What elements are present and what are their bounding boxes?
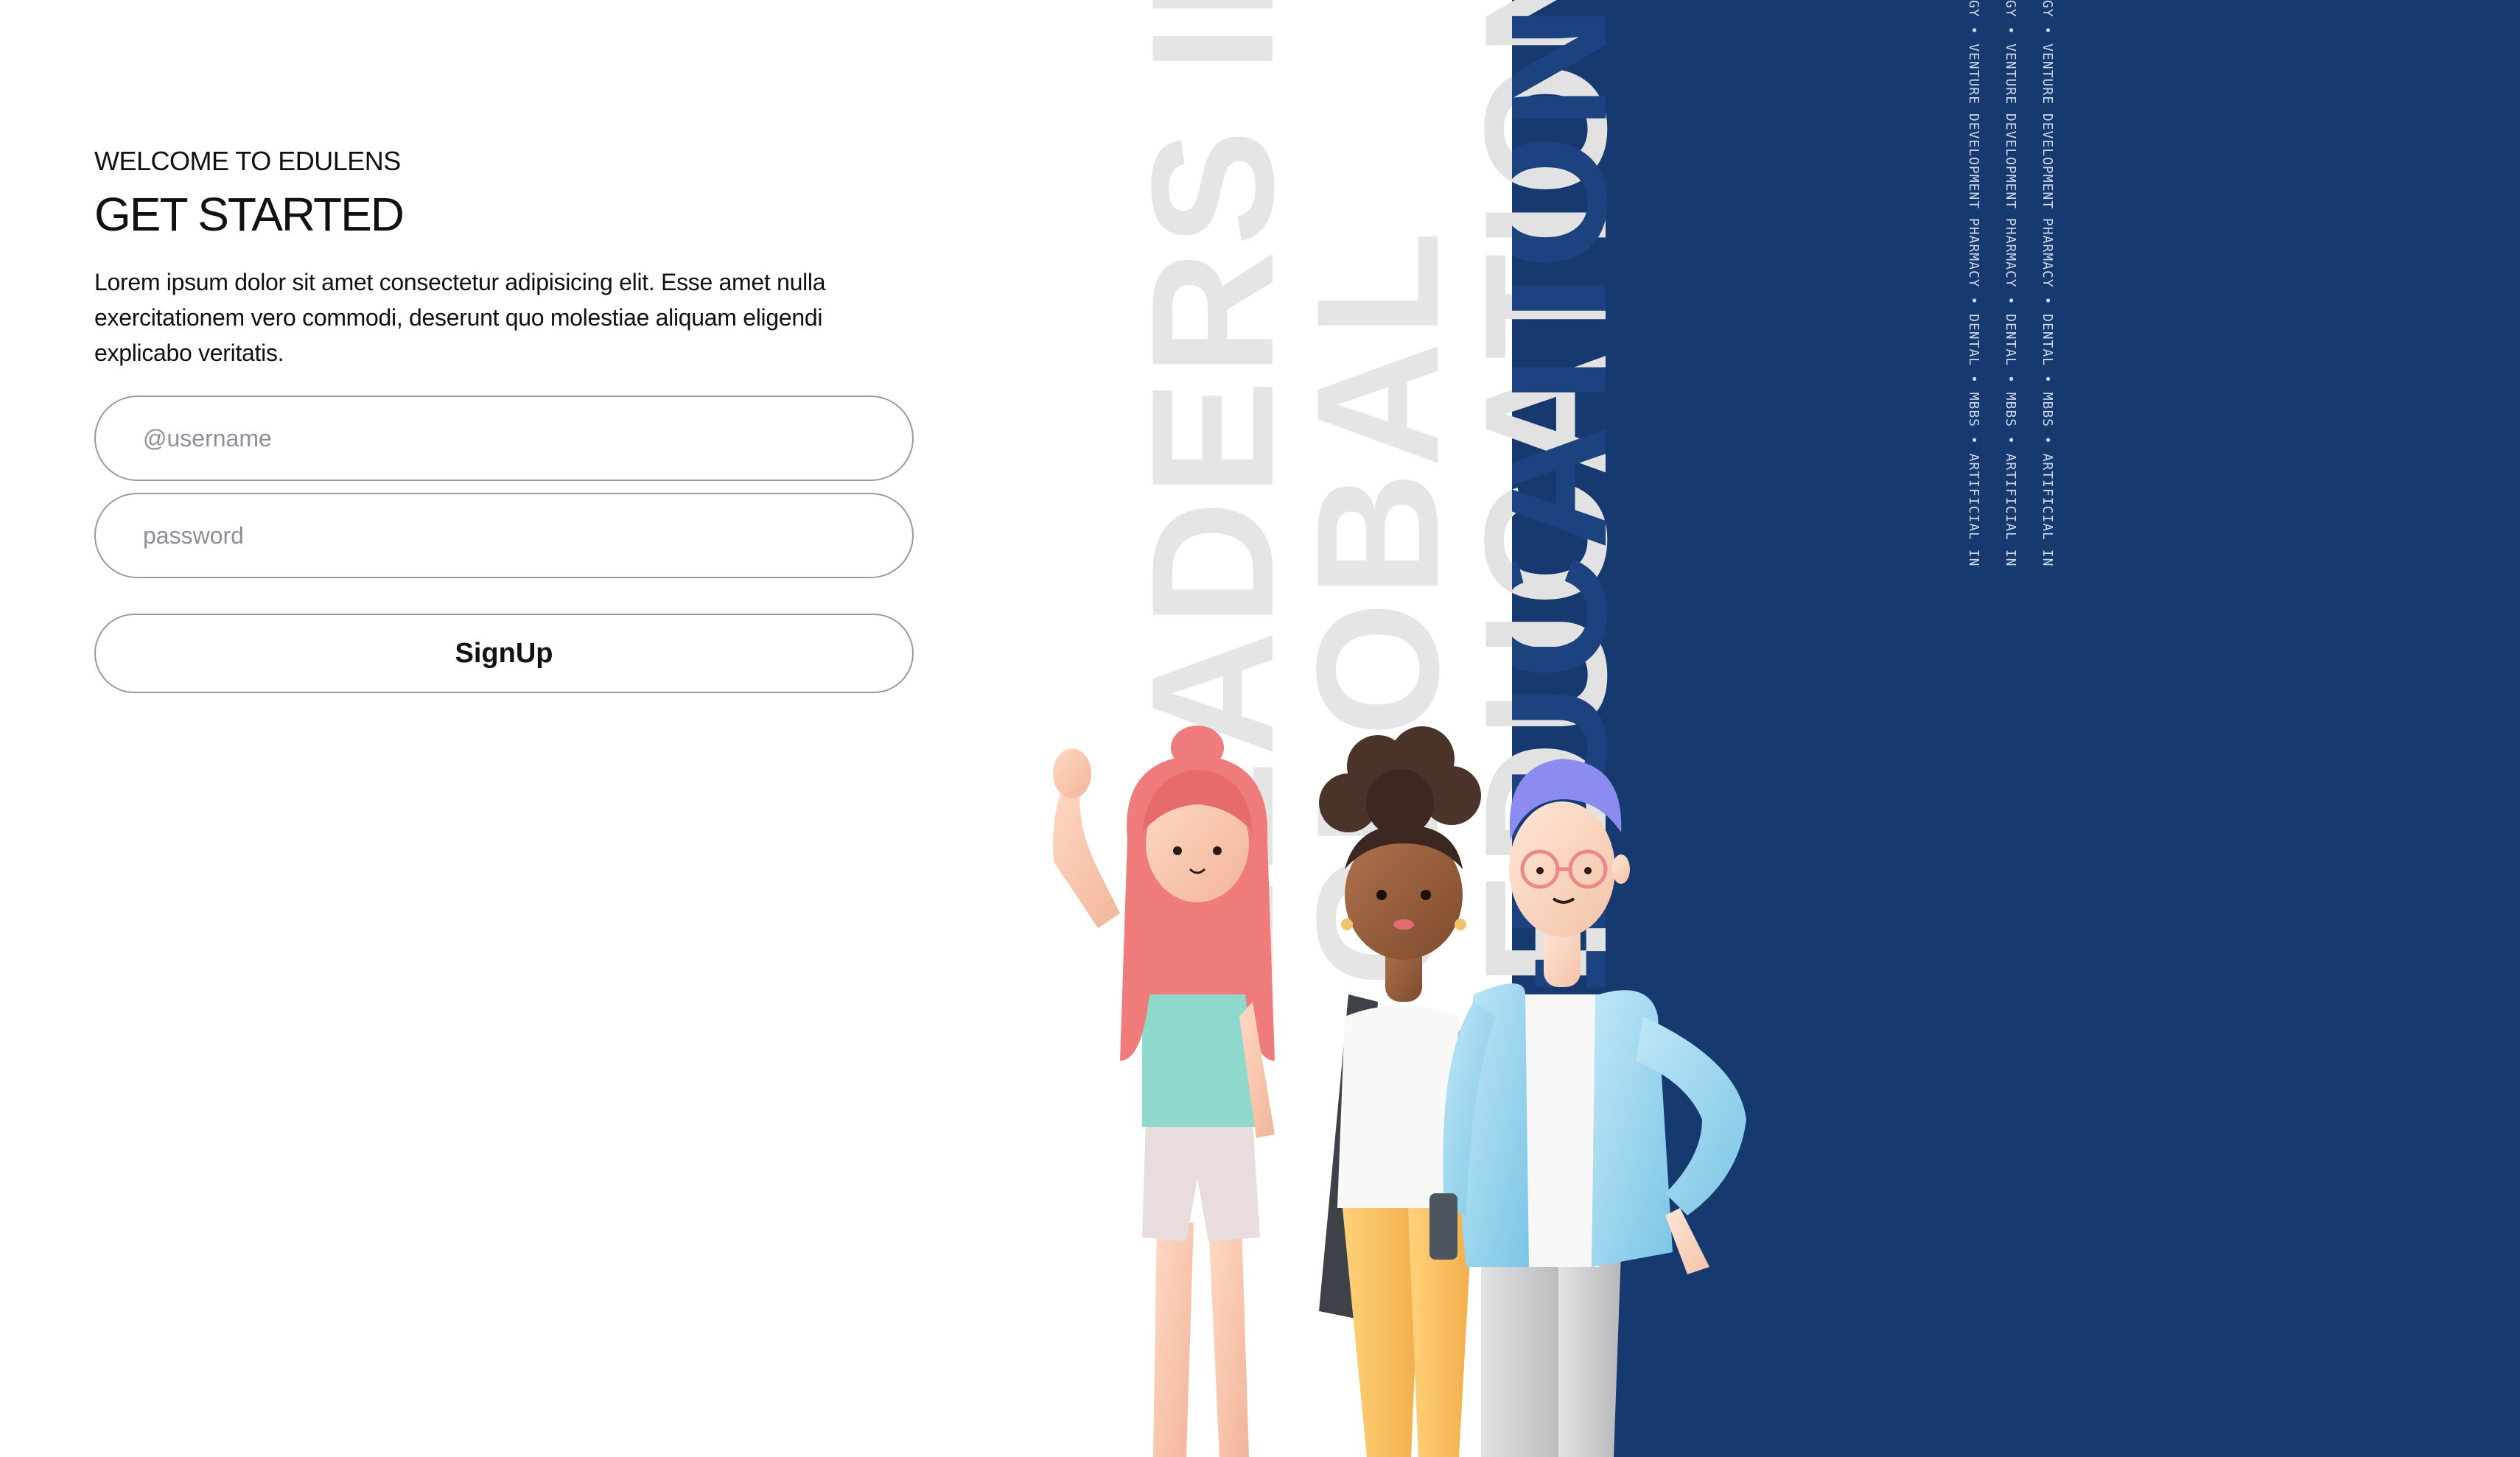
girl-pink-hair-figure <box>1053 726 1275 1457</box>
signup-form: WELCOME TO EDULENS GET STARTED Lorem ips… <box>94 144 914 693</box>
students-illustration <box>1053 726 1746 1457</box>
username-input[interactable] <box>94 396 914 481</box>
welcome-eyebrow: WELCOME TO EDULENS <box>94 146 401 176</box>
page-title: GET STARTED <box>94 188 405 241</box>
ticker-line: GY • VENTURE DEVELOPMENT PHARMACY • DENT… <box>1966 0 1981 567</box>
ticker-line: GY • VENTURE DEVELOPMENT PHARMACY • DENT… <box>2040 0 2055 567</box>
intro-text: Lorem ipsum dolor sit amet consectetur a… <box>94 269 826 366</box>
boy-purple-hair-figure <box>1429 759 1746 1457</box>
signup-button[interactable]: SignUp <box>94 614 914 693</box>
password-input[interactable] <box>94 493 914 578</box>
ticker-line: GY • VENTURE DEVELOPMENT PHARMACY • DENT… <box>2003 0 2018 567</box>
